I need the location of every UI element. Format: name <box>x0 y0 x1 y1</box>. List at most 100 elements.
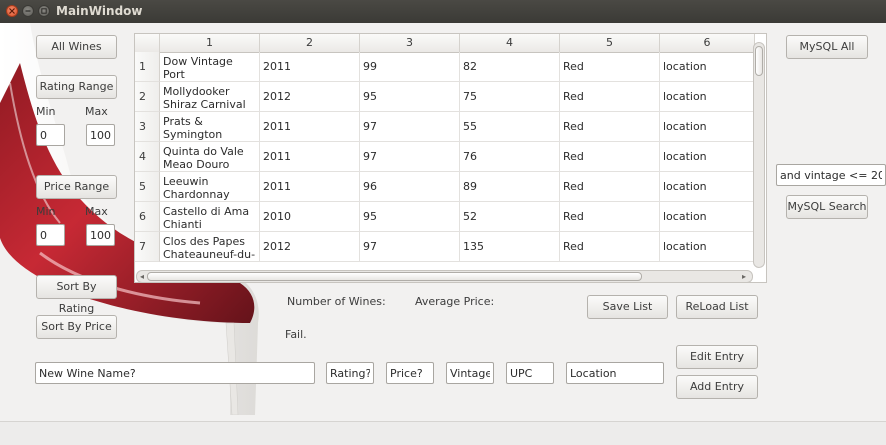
horizontal-scroll-thumb[interactable] <box>147 272 642 281</box>
table-cell[interactable]: Red <box>560 232 660 262</box>
table-cell[interactable]: 97 <box>360 142 460 172</box>
table-cell[interactable]: Red <box>560 172 660 202</box>
table-cell[interactable]: Red <box>560 202 660 232</box>
table-cell[interactable]: 2011 <box>260 142 360 172</box>
table-cell[interactable]: location <box>660 232 755 262</box>
row-header[interactable]: 2 <box>135 82 160 112</box>
column-header-6[interactable]: 6 <box>660 34 755 52</box>
table-cell[interactable]: 75 <box>460 82 560 112</box>
table-cell[interactable]: location <box>660 52 755 82</box>
status-message: Fail. <box>285 328 307 341</box>
wine-table[interactable]: 1 2 3 4 5 6 1 Dow Vintage Port 2011 99 82 Red… <box>134 33 767 283</box>
row-header[interactable]: 6 <box>135 202 160 232</box>
all-wines-button[interactable]: All Wines <box>36 35 117 59</box>
table-cell[interactable]: 95 <box>360 82 460 112</box>
close-window-button[interactable] <box>6 5 18 17</box>
upc-input[interactable] <box>506 362 554 384</box>
table-cell[interactable]: 99 <box>360 52 460 82</box>
vertical-scroll-thumb[interactable] <box>755 46 763 76</box>
table-cell[interactable]: 97 <box>360 232 460 262</box>
table-cell[interactable]: 55 <box>460 112 560 142</box>
table-cell[interactable]: 2011 <box>260 52 360 82</box>
table-cell[interactable]: Mollydooker Shiraz Carnival of Love <box>160 82 260 112</box>
column-header-1[interactable]: 1 <box>160 34 260 52</box>
maximize-window-button[interactable] <box>38 5 50 17</box>
table-cell[interactable]: 2010 <box>260 202 360 232</box>
table-cell[interactable]: Castello di Ama Chianti <box>160 202 260 232</box>
price-range-button[interactable]: Price Range <box>36 175 117 199</box>
add-entry-button[interactable]: Add Entry <box>676 375 758 399</box>
rating-max-label: Max <box>85 105 108 118</box>
save-list-button[interactable]: Save List <box>587 295 668 319</box>
mysql-search-button[interactable]: MySQL Search <box>786 195 868 219</box>
table-cell[interactable]: 135 <box>460 232 560 262</box>
table-header: 1 2 3 4 5 6 <box>135 34 755 53</box>
row-header[interactable]: 1 <box>135 52 160 82</box>
reload-list-button[interactable]: ReLoad List <box>676 295 758 319</box>
price-max-input[interactable] <box>86 224 115 246</box>
table-cell[interactable]: Quinta do Vale Meao Douro <box>160 142 260 172</box>
table-cell[interactable]: 2011 <box>260 172 360 202</box>
table-vertical-scrollbar[interactable] <box>753 42 765 268</box>
window-title: MainWindow <box>56 4 143 18</box>
corner-header <box>135 34 160 52</box>
table-cell[interactable]: 2011 <box>260 112 360 142</box>
row-header[interactable]: 3 <box>135 112 160 142</box>
minimize-window-button[interactable] <box>22 5 34 17</box>
table-cell[interactable]: Leeuwin Chardonnay River … <box>160 172 260 202</box>
price-min-input[interactable] <box>36 224 65 246</box>
table-horizontal-scrollbar[interactable]: ◂ ▸ <box>136 270 753 283</box>
number-of-wines-label: Number of Wines: <box>287 295 386 308</box>
table-cell[interactable]: location <box>660 172 755 202</box>
location-input[interactable] <box>566 362 664 384</box>
table-cell[interactable]: Dow Vintage Port <box>160 52 260 82</box>
table-cell[interactable]: Red <box>560 112 660 142</box>
rating-max-input[interactable] <box>86 124 115 146</box>
rating-input[interactable] <box>326 362 374 384</box>
sort-by-price-button[interactable]: Sort By Price <box>36 315 117 339</box>
table-cell[interactable]: location <box>660 82 755 112</box>
sort-by-rating-button[interactable]: Sort By Rating <box>36 275 117 315</box>
wine-name-input[interactable] <box>35 362 315 384</box>
table-cell[interactable]: Red <box>560 82 660 112</box>
table-cell[interactable]: 95 <box>360 202 460 232</box>
mysql-all-button[interactable]: MySQL All <box>786 35 868 59</box>
table-cell[interactable]: Red <box>560 52 660 82</box>
table-cell[interactable]: 2012 <box>260 82 360 112</box>
table-cell[interactable]: 52 <box>460 202 560 232</box>
maximize-icon <box>41 8 47 14</box>
close-icon <box>9 8 15 14</box>
vintage-input[interactable] <box>446 362 494 384</box>
table-cell[interactable]: location <box>660 142 755 172</box>
rating-min-label: Min <box>36 105 56 118</box>
table-cell[interactable]: Prats & Symington Douro Chryseia <box>160 112 260 142</box>
column-header-5[interactable]: 5 <box>560 34 660 52</box>
price-min-label: Min <box>36 205 56 218</box>
rating-range-button[interactable]: Rating Range <box>36 75 117 99</box>
table-cell[interactable]: Red <box>560 142 660 172</box>
rating-min-input[interactable] <box>36 124 65 146</box>
mysql-query-input[interactable] <box>776 164 886 186</box>
status-bar <box>0 421 886 445</box>
row-header[interactable]: 4 <box>135 142 160 172</box>
table-cell[interactable]: location <box>660 112 755 142</box>
row-header[interactable]: 7 <box>135 232 160 262</box>
scroll-right-arrow-icon[interactable]: ▸ <box>742 272 746 282</box>
price-input[interactable] <box>386 362 434 384</box>
minimize-icon <box>25 10 31 12</box>
column-header-3[interactable]: 3 <box>360 34 460 52</box>
table-cell[interactable]: 89 <box>460 172 560 202</box>
table-cell[interactable]: 2012 <box>260 232 360 262</box>
table-cell[interactable]: location <box>660 202 755 232</box>
column-header-4[interactable]: 4 <box>460 34 560 52</box>
table-cell[interactable]: Clos des Papes Chateauneuf-du-P… <box>160 232 260 262</box>
row-header[interactable]: 5 <box>135 172 160 202</box>
scroll-left-arrow-icon[interactable]: ◂ <box>140 272 144 282</box>
price-max-label: Max <box>85 205 108 218</box>
table-cell[interactable]: 82 <box>460 52 560 82</box>
table-cell[interactable]: 76 <box>460 142 560 172</box>
table-cell[interactable]: 97 <box>360 112 460 142</box>
table-cell[interactable]: 96 <box>360 172 460 202</box>
column-header-2[interactable]: 2 <box>260 34 360 52</box>
edit-entry-button[interactable]: Edit Entry <box>676 345 758 369</box>
